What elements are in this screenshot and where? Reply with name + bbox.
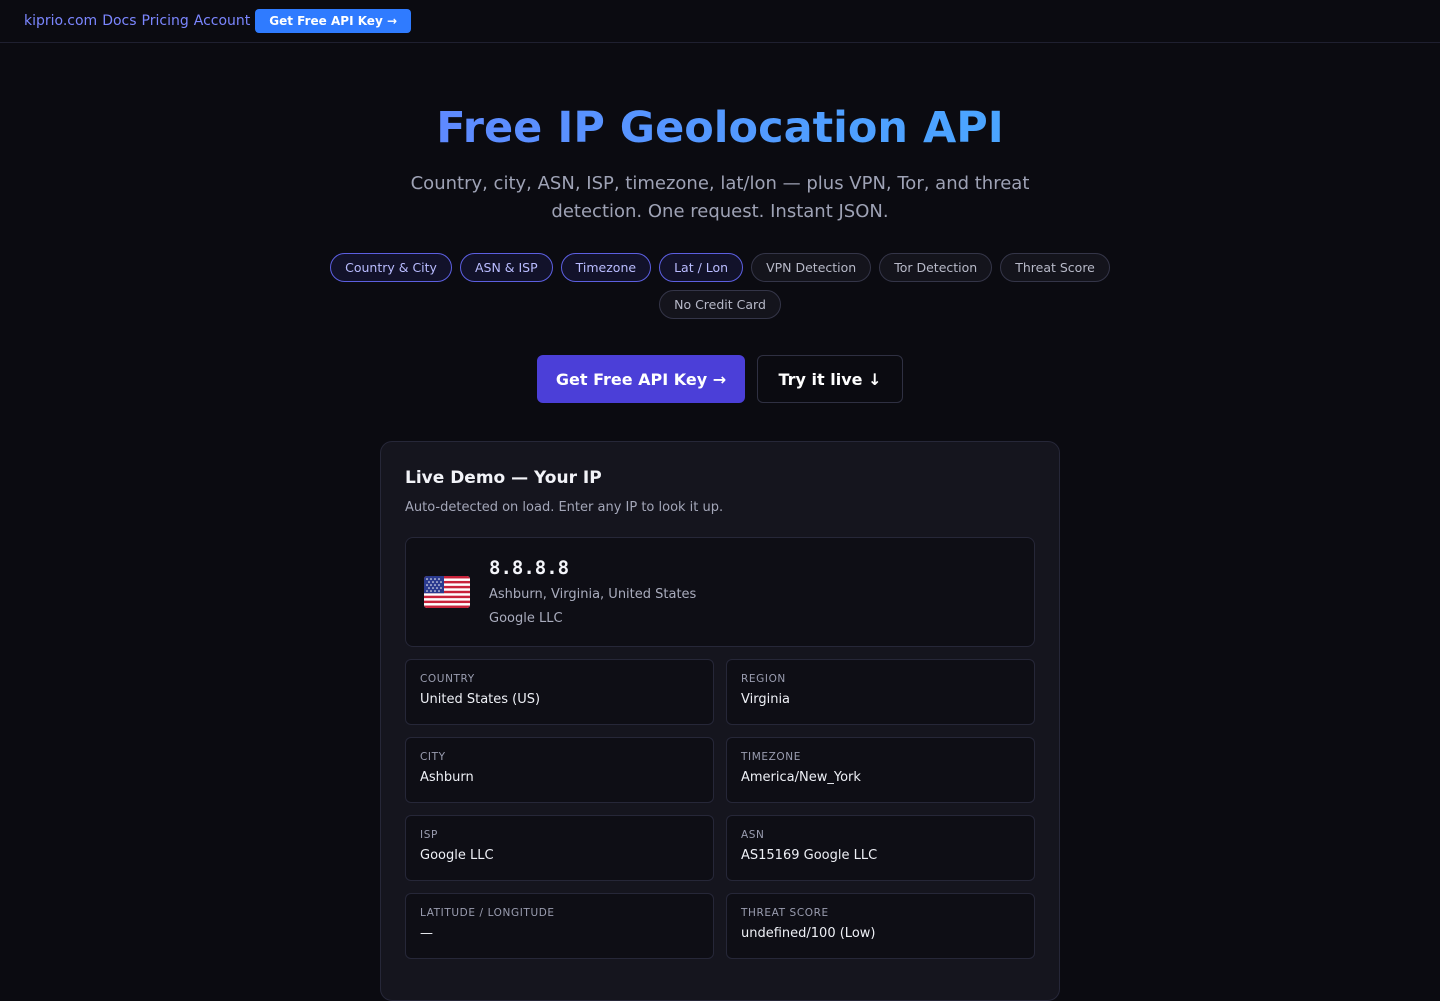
us-flag-icon (424, 576, 470, 608)
field-value: United States (US) (420, 692, 541, 707)
field-value: Virginia (741, 692, 791, 707)
ip-summary-card: 8.8.8.8 Ashburn, Virginia, United States… (405, 537, 1035, 647)
demo-title: Live Demo — Your IP (405, 468, 602, 488)
ip-location: Ashburn, Virginia, United States (489, 586, 697, 602)
pill-vpn-detection: VPN Detection (751, 253, 872, 282)
field-value: — (420, 926, 433, 941)
pill-country-city: Country & City (330, 253, 452, 282)
field-label: ASN (741, 829, 765, 841)
field-value: America/New_York (741, 770, 861, 785)
nav-link-docs[interactable]: Docs (102, 13, 136, 29)
nav-link-pricing[interactable]: Pricing (142, 13, 189, 29)
field-label: Country (420, 673, 475, 685)
field-value: AS15169 Google LLC (741, 848, 878, 863)
live-demo-card: Live Demo — Your IP Auto-detected on loa… (380, 441, 1060, 1001)
pill-tor-detection: Tor Detection (879, 253, 993, 282)
field-label: City (420, 751, 446, 763)
field-isp: ISP Google LLC (405, 815, 714, 881)
cta-row: Get Free API Key → Try it live ↓ (0, 355, 1440, 403)
pill-no-credit-card: No Credit Card (659, 290, 781, 319)
field-value: Ashburn (420, 770, 474, 785)
field-label: ISP (420, 829, 438, 841)
pill-timezone: Timezone (560, 253, 652, 282)
pill-asn-isp: ASN & ISP (459, 253, 553, 282)
nav-brand-link[interactable]: kiprio.com (24, 13, 97, 29)
field-value: undefined/100 (Low) (741, 926, 876, 941)
field-country: Country United States (US) (405, 659, 714, 725)
field-city: City Ashburn (405, 737, 714, 803)
demo-subtitle: Auto-detected on load. Enter any IP to l… (405, 500, 724, 515)
pill-threat-score: Threat Score (1000, 253, 1110, 282)
feature-pills: Country & City ASN & ISP Timezone Lat / … (330, 253, 1110, 319)
field-label: Latitude / Longitude (420, 907, 555, 919)
pill-lat-lon: Lat / Lon (659, 253, 744, 282)
ip-organization: Google LLC (489, 610, 563, 626)
field-threat-score: Threat Score undefined/100 (Low) (726, 893, 1035, 959)
field-timezone: Timezone America/New_York (726, 737, 1035, 803)
field-value: Google LLC (420, 848, 494, 863)
field-asn: ASN AS15169 Google LLC (726, 815, 1035, 881)
ip-info: 8.8.8.8 Ashburn, Virginia, United States… (489, 556, 697, 626)
field-region: Region Virginia (726, 659, 1035, 725)
field-label: Threat Score (741, 907, 829, 919)
hero-subtitle: Country, city, ASN, ISP, timezone, lat/l… (410, 173, 1030, 222)
nav-link-account[interactable]: Account (194, 13, 251, 29)
top-nav: kiprio.com Docs Pricing Account Get Free… (0, 0, 1440, 43)
geo-fields-grid: Country United States (US) Region Virgin… (405, 659, 1035, 959)
nav-get-api-key-button[interactable]: Get Free API Key → (255, 9, 411, 33)
field-lat-lon: Latitude / Longitude — (405, 893, 714, 959)
ip-address: 8.8.8.8 (489, 556, 570, 579)
try-it-live-button[interactable]: Try it live ↓ (757, 355, 903, 403)
field-label: Timezone (741, 751, 801, 763)
field-label: Region (741, 673, 786, 685)
page-title: Free IP Geolocation API (0, 102, 1440, 154)
get-free-api-key-button[interactable]: Get Free API Key → (537, 355, 745, 403)
hero-section: Free IP Geolocation API Country, city, A… (0, 43, 1440, 403)
